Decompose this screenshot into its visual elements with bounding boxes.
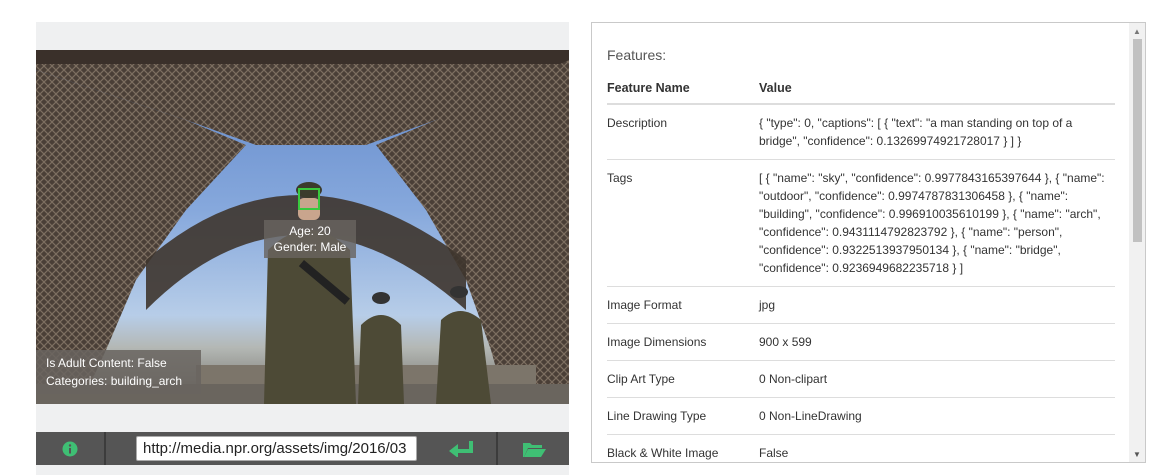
features-content: Features: Feature Name Value Description… xyxy=(607,23,1115,462)
folder-open-icon xyxy=(522,442,546,457)
feature-name-cell: Clip Art Type xyxy=(607,360,759,398)
analyzed-image: Age: 20 Gender: Male Is Adult Content: F… xyxy=(36,50,569,404)
features-table: Feature Name Value Description { "type":… xyxy=(607,73,1115,462)
toolbar xyxy=(36,432,569,465)
image-info-overlay: Is Adult Content: False Categories: buil… xyxy=(36,350,201,394)
scroll-thumb[interactable] xyxy=(1133,39,1142,242)
table-row: Image Format jpg xyxy=(607,286,1115,324)
feature-value-cell: 0 Non-clipart xyxy=(759,360,1115,398)
features-panel[interactable]: Features: Feature Name Value Description… xyxy=(591,22,1146,463)
feature-name-cell: Line Drawing Type xyxy=(607,397,759,435)
feature-value-cell: { "type": 0, "captions": [ { "text": "a … xyxy=(759,103,1115,160)
table-row: Description { "type": 0, "captions": [ {… xyxy=(607,103,1115,160)
info-icon xyxy=(62,441,78,456)
feature-name-header: Feature Name xyxy=(607,73,759,105)
table-row: Tags [ { "name": "sky", "confidence": 0.… xyxy=(607,159,1115,287)
table-row: Black & White Image False xyxy=(607,434,1115,462)
image-panel: Age: 20 Gender: Male Is Adult Content: F… xyxy=(36,22,569,475)
age-value: 20 xyxy=(317,224,331,238)
feature-value-cell: jpg xyxy=(759,286,1115,324)
feature-value-cell: False xyxy=(759,434,1115,462)
gender-label: Gender: xyxy=(273,240,317,254)
table-header-row: Feature Name Value xyxy=(607,73,1115,105)
features-heading: Features: xyxy=(607,47,667,63)
face-info-label: Age: 20 Gender: Male xyxy=(264,220,356,258)
value-header: Value xyxy=(759,73,1115,105)
age-row: Age: 20 xyxy=(264,223,356,239)
table-row: Clip Art Type 0 Non-clipart xyxy=(607,360,1115,398)
feature-name-cell: Image Dimensions xyxy=(607,323,759,361)
feature-name-cell: Description xyxy=(607,103,759,160)
info-button[interactable] xyxy=(36,432,104,465)
scroll-up-arrow-icon[interactable]: ▲ xyxy=(1129,23,1145,39)
table-row: Line Drawing Type 0 Non-LineDrawing xyxy=(607,397,1115,435)
toolbar-divider xyxy=(104,432,106,465)
age-label: Age: xyxy=(289,224,314,238)
submit-url-button[interactable] xyxy=(428,432,496,465)
table-row: Image Dimensions 900 x 599 xyxy=(607,323,1115,361)
gender-value: Male xyxy=(320,240,347,254)
image-url-input[interactable] xyxy=(136,436,417,461)
feature-name-cell: Black & White Image xyxy=(607,434,759,462)
scroll-down-arrow-icon[interactable]: ▼ xyxy=(1129,446,1145,462)
enter-arrow-icon xyxy=(449,440,473,457)
feature-value-cell: [ { "name": "sky", "confidence": 0.99778… xyxy=(759,159,1115,287)
face-detection-box xyxy=(298,188,320,210)
open-folder-button[interactable] xyxy=(498,432,569,465)
feature-value-cell: 0 Non-LineDrawing xyxy=(759,397,1115,435)
feature-name-cell: Image Format xyxy=(607,286,759,324)
adult-content-text: Is Adult Content: False xyxy=(46,356,167,370)
scrollbar[interactable]: ▲ ▼ xyxy=(1129,23,1145,462)
categories-text: Categories: building_arch xyxy=(46,374,183,388)
feature-name-cell: Tags xyxy=(607,159,759,287)
gender-row: Gender: Male xyxy=(264,239,356,255)
feature-value-cell: 900 x 599 xyxy=(759,323,1115,361)
